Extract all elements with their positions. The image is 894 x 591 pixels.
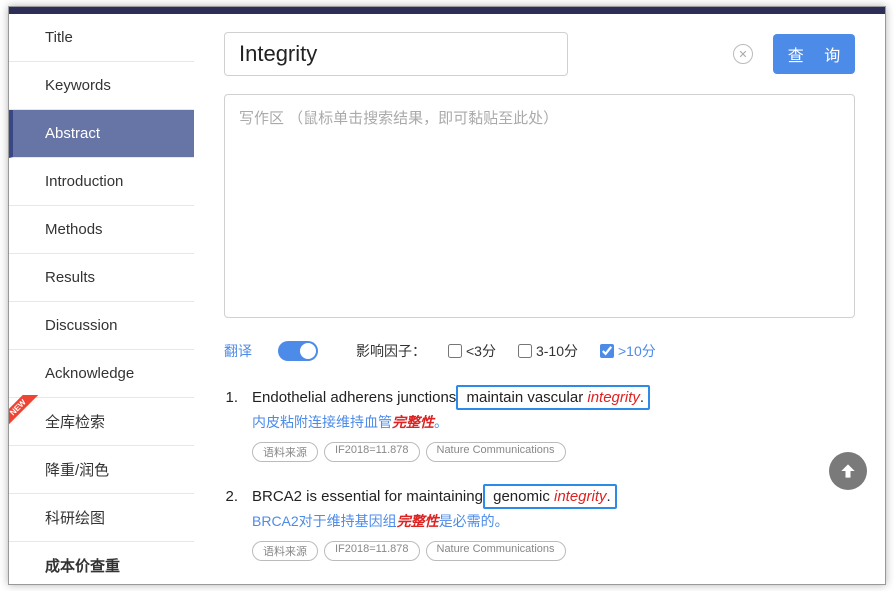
results-list: 1. Endothelial adherens junctions mainta… [224,389,855,561]
sidebar-item-discussion[interactable]: Discussion [9,302,194,350]
tag-source[interactable]: 语料来源 [252,541,318,561]
tag-journal[interactable]: Nature Communications [426,541,566,561]
translate-label: 翻译 [224,341,252,361]
filter-mid[interactable]: 3-10分 [518,341,578,361]
result-sentence: BRCA2 is essential for maintaining genom… [252,488,617,505]
result-number: 1. [224,389,238,406]
sidebar-item-full-search[interactable]: NEW 全库检索 [9,398,194,446]
main-content: ✕ 查 询 翻译 影响因子： <3分 3-10分 >10分 1. E [194,14,885,584]
sidebar-item-polish[interactable]: 降重/润色 [9,446,194,494]
sidebar-item-scientific-drawing[interactable]: 科研绘图 [9,494,194,542]
impact-factor-label: 影响因子： [356,341,426,361]
highlight-box: maintain vascular integrity. [456,385,650,410]
writing-area[interactable] [224,94,855,318]
sidebar-item-methods[interactable]: Methods [9,206,194,254]
result-tags: 语料来源 IF2018=11.878 Nature Communications [252,541,855,561]
query-button[interactable]: 查 询 [773,34,855,74]
scroll-top-button[interactable] [829,452,867,490]
filter-gt10[interactable]: >10分 [600,341,656,361]
arrow-up-icon [838,461,858,481]
new-badge: NEW [8,395,40,429]
filter-row: 翻译 影响因子： <3分 3-10分 >10分 [224,341,855,361]
top-bar [9,7,885,14]
highlight-box: genomic integrity. [483,484,617,509]
result-translation: BRCA2对于维持基因组完整性是必需的。 [252,511,855,531]
result-item[interactable]: 1. Endothelial adherens junctions mainta… [224,389,855,462]
sidebar-item-abstract[interactable]: Abstract [9,110,194,158]
clear-icon[interactable]: ✕ [733,44,753,64]
sidebar-item-acknowledge[interactable]: Acknowledge [9,350,194,398]
tag-source[interactable]: 语料来源 [252,442,318,462]
result-item[interactable]: 2. BRCA2 is essential for maintaining ge… [224,488,855,561]
tag-journal[interactable]: Nature Communications [426,442,566,462]
result-sentence: Endothelial adherens junctions maintain … [252,389,650,406]
translate-toggle[interactable] [278,341,318,361]
sidebar-item-introduction[interactable]: Introduction [9,158,194,206]
filter-lt3[interactable]: <3分 [448,341,496,361]
sidebar-item-title[interactable]: Title [9,14,194,62]
search-input[interactable] [224,32,568,76]
sidebar: Title Keywords Abstract Introduction Met… [9,14,194,584]
result-number: 2. [224,488,238,505]
sidebar-item-results[interactable]: Results [9,254,194,302]
sidebar-item-plagiarism[interactable]: 成本价查重 [9,542,194,585]
result-tags: 语料来源 IF2018=11.878 Nature Communications [252,442,855,462]
sidebar-item-keywords[interactable]: Keywords [9,62,194,110]
tag-if[interactable]: IF2018=11.878 [324,541,420,561]
tag-if[interactable]: IF2018=11.878 [324,442,420,462]
result-translation: 内皮粘附连接维持血管完整性。 [252,412,855,432]
